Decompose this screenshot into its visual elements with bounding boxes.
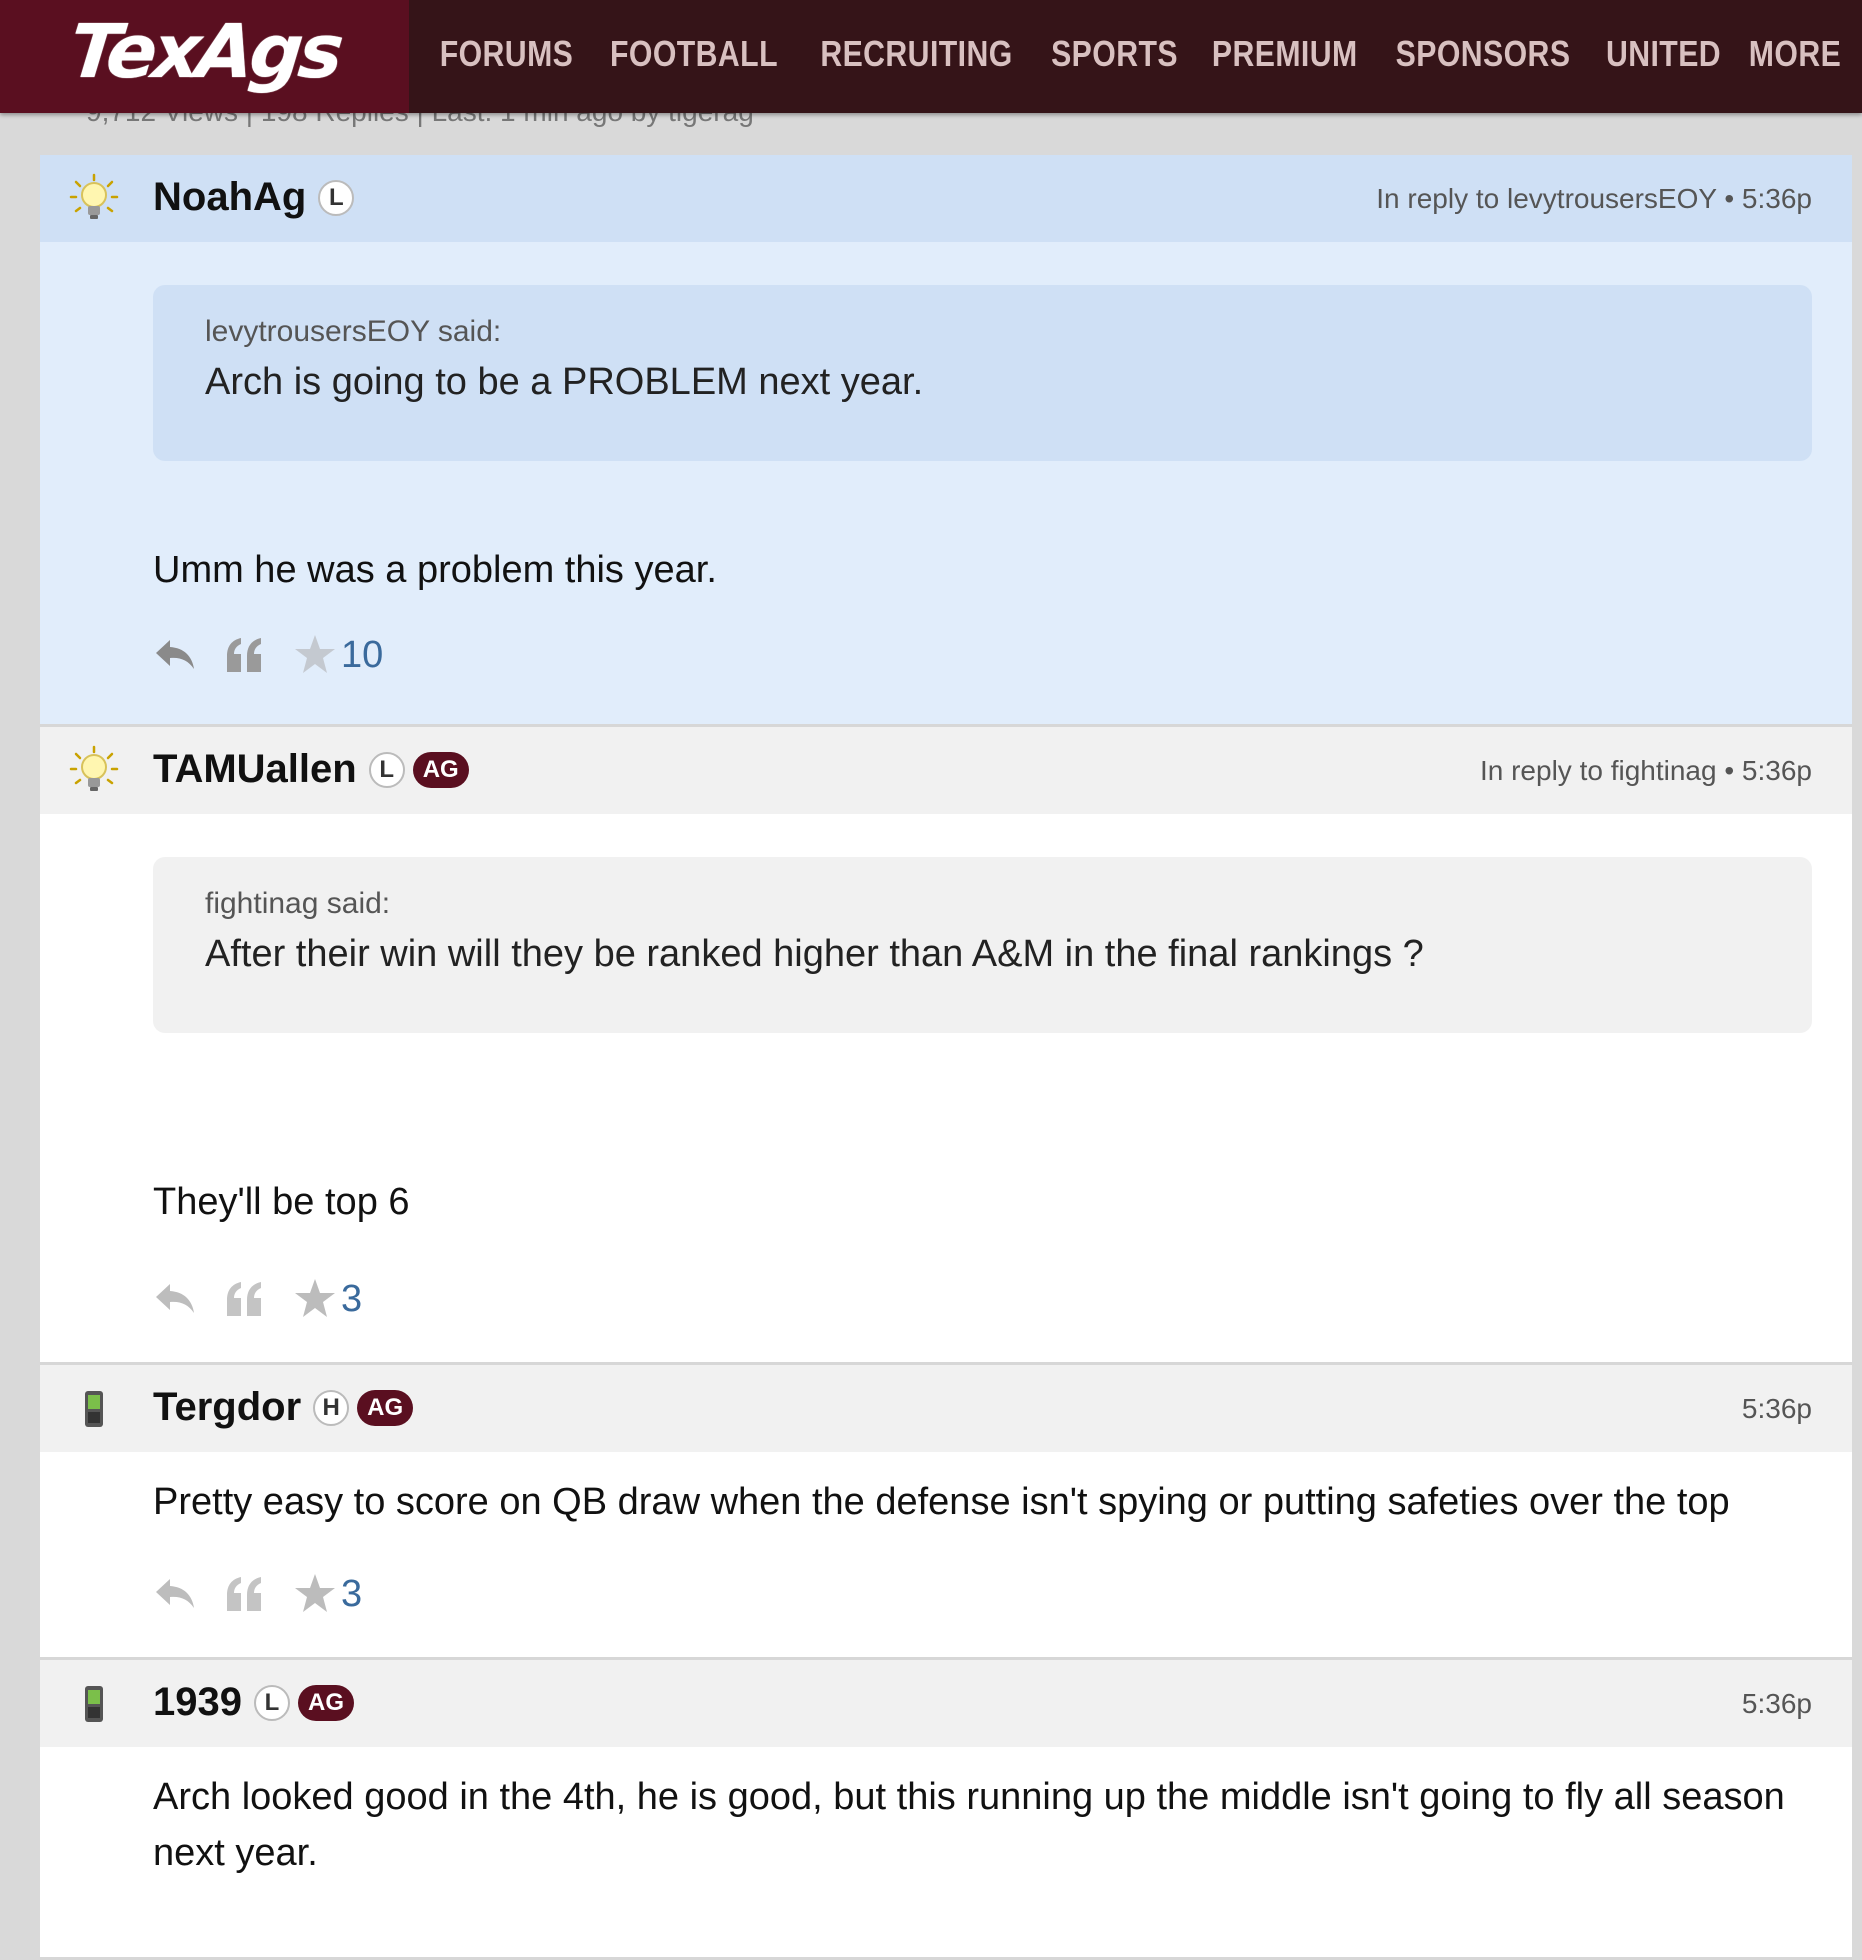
- nav-recruiting[interactable]: RECRUITING: [820, 33, 1012, 75]
- post-meta[interactable]: In reply to fightinag • 5:36p: [1480, 755, 1812, 787]
- post-body: Pretty easy to score on QB draw when the…: [40, 1452, 1852, 1657]
- username: NoahAg L: [153, 175, 355, 220]
- quote-block: fightinag said: After their win will the…: [153, 857, 1812, 1033]
- username-link[interactable]: NoahAg: [153, 175, 306, 220]
- post-message: Pretty easy to score on QB draw when the…: [153, 1481, 1730, 1523]
- reply-icon[interactable]: [153, 633, 197, 677]
- post-body: Arch looked good in the 4th, he is good,…: [40, 1747, 1852, 1957]
- post-actions: 3: [153, 1569, 362, 1619]
- phone-icon[interactable]: [68, 1383, 120, 1435]
- quote-author: fightinag said:: [205, 887, 391, 920]
- nav-united[interactable]: UNITED: [1606, 33, 1721, 75]
- post-actions: 3: [153, 1274, 362, 1324]
- post-actions: 10: [153, 630, 383, 680]
- star-count: 3: [341, 1277, 363, 1320]
- nav-sports[interactable]: SPORTS: [1051, 33, 1178, 75]
- ag-badge: AG: [297, 1684, 354, 1721]
- post-meta[interactable]: 5:36p: [1742, 1688, 1812, 1720]
- post-message: Umm he was a problem this year.: [153, 549, 717, 591]
- ag-badge: AG: [412, 751, 469, 788]
- star-icon[interactable]: [293, 633, 337, 677]
- post-header: NoahAg L In reply to levytrousersEOY • 5…: [40, 155, 1852, 242]
- nav-forums[interactable]: FORUMS: [440, 33, 574, 75]
- nav-links: FORUMS FOOTBALL RECRUITING SPORTS PREMIU…: [409, 0, 1862, 113]
- username: Tergdor H AG: [153, 1385, 414, 1430]
- username: TAMUallen L AG: [153, 747, 469, 792]
- post: 1939 L AG 5:36p Arch looked good in the …: [40, 1660, 1852, 1960]
- quote-block: levytrousersEOY said: Arch is going to b…: [153, 285, 1812, 461]
- post-message: They'll be top 6: [153, 1181, 410, 1223]
- post-header: Tergdor H AG 5:36p: [40, 1365, 1852, 1452]
- post-meta[interactable]: In reply to levytrousersEOY • 5:36p: [1376, 183, 1812, 215]
- post-message: Arch looked good in the 4th, he is good,…: [153, 1776, 1785, 1874]
- username: 1939 L AG: [153, 1680, 354, 1725]
- legacy-badge: L: [318, 179, 355, 216]
- quote-text: Arch is going to be a PROBLEM next year.: [205, 361, 924, 403]
- post-meta[interactable]: 5:36p: [1742, 1393, 1812, 1425]
- legacy-badge: L: [368, 751, 405, 788]
- legacy-badge: L: [253, 1684, 290, 1721]
- nav-premium[interactable]: PREMIUM: [1212, 33, 1358, 75]
- lightbulb-icon[interactable]: [68, 745, 120, 797]
- post-header: TAMUallen L AG In reply to fightinag • 5…: [40, 727, 1852, 814]
- post-body: fightinag said: After their win will the…: [40, 814, 1852, 1362]
- quote-icon[interactable]: [223, 1277, 267, 1321]
- quote-author: levytrousersEOY said:: [205, 315, 502, 348]
- star-count: 3: [341, 1572, 363, 1615]
- top-nav: TexAgs FORUMS FOOTBALL RECRUITING SPORTS…: [0, 0, 1862, 113]
- nav-football[interactable]: FOOTBALL: [610, 33, 778, 75]
- post-list: NoahAg L In reply to levytrousersEOY • 5…: [40, 155, 1852, 1960]
- ag-badge: AG: [357, 1389, 414, 1426]
- star-icon[interactable]: [293, 1277, 337, 1321]
- phone-icon[interactable]: [68, 1678, 120, 1730]
- lightbulb-icon[interactable]: [68, 173, 120, 225]
- reply-icon[interactable]: [153, 1572, 197, 1616]
- quote-text: After their win will they be ranked high…: [205, 933, 1424, 975]
- post-body: levytrousersEOY said: Arch is going to b…: [40, 242, 1852, 724]
- star-count: 10: [341, 633, 384, 676]
- post: Tergdor H AG 5:36p Pretty easy to score …: [40, 1365, 1852, 1660]
- post-header: 1939 L AG 5:36p: [40, 1660, 1852, 1747]
- nav-sponsors[interactable]: SPONSORS: [1396, 33, 1571, 75]
- texags-logo[interactable]: TexAgs: [0, 0, 409, 113]
- post: NoahAg L In reply to levytrousersEOY • 5…: [40, 155, 1852, 727]
- star-icon[interactable]: [293, 1572, 337, 1616]
- username-link[interactable]: 1939: [153, 1680, 242, 1725]
- h-badge: H: [313, 1389, 350, 1426]
- username-link[interactable]: TAMUallen: [153, 747, 357, 792]
- quote-icon[interactable]: [223, 633, 267, 677]
- reply-icon[interactable]: [153, 1277, 197, 1321]
- quote-icon[interactable]: [223, 1572, 267, 1616]
- username-link[interactable]: Tergdor: [153, 1385, 301, 1430]
- post: TAMUallen L AG In reply to fightinag • 5…: [40, 727, 1852, 1365]
- nav-more[interactable]: MORE: [1749, 33, 1841, 75]
